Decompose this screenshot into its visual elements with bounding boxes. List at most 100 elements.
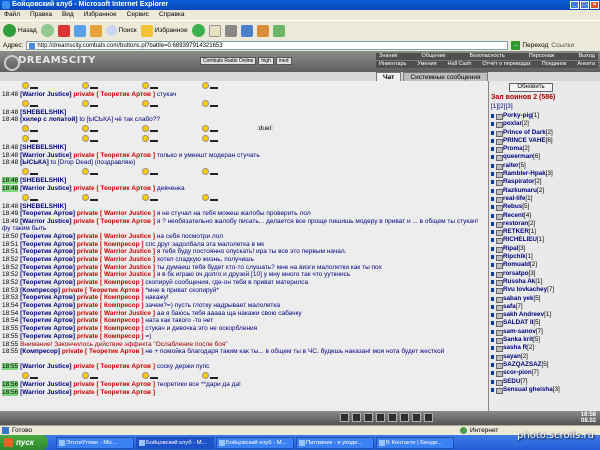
user-list-item[interactable]: Russha Ak[1] [489,278,597,287]
chat-author[interactable]: [ЫСЬКА] [20,159,49,166]
chat-author[interactable]: [Warrior Justice] [20,381,71,388]
mail-button[interactable] [208,24,221,37]
radio-med-button[interactable]: med [275,57,292,65]
nav-exit[interactable]: Выход [579,53,595,60]
task-item[interactable]: Питомник - я уходи... [296,436,374,449]
chat-author[interactable]: [Теоретик Артов] [20,264,75,271]
user-list-item[interactable]: PRINCE VAHE[6] [489,137,597,146]
chat-private-target[interactable]: private [ Компресор ] [77,302,144,309]
user-list-item[interactable]: scor-pion[7] [489,369,597,378]
chat-private-target[interactable]: private [ Теоретик Артов ] [73,218,155,225]
nav-transfer-report[interactable]: Отчёт о переводах [482,61,530,68]
nav-security[interactable]: Безопасность [470,53,505,60]
user-name[interactable]: sam-sanov [503,328,536,335]
chat-author[interactable]: [Теоретик Артов] [20,333,75,340]
user-name[interactable]: Proma [503,145,523,152]
chat-private-target[interactable]: private [ Warrior Justice ] [77,264,155,271]
user-list-item[interactable]: Sensual gheisha[3] [489,386,597,395]
user-list-item[interactable]: Sanka krit[5] [489,336,597,345]
user-list-item[interactable]: rorsatpo[3] [489,270,597,278]
chat-author[interactable]: [Теоретик Артов] [20,310,75,317]
search-button[interactable]: Поиск [105,25,137,36]
user-list-item[interactable]: raiter[5] [489,162,597,171]
chat-private-target[interactable]: private [ Теоретик Артов ] [73,91,155,98]
user-name[interactable]: scor-pion [503,369,532,376]
user-list-item[interactable]: sakh Andreev[1] [489,311,597,320]
task-item[interactable]: ЭтотиУтоже - Mic... [56,436,134,449]
user-list-item[interactable]: real-life[1] [489,195,597,204]
chat-author[interactable]: [Теоретик Артов] [20,302,75,309]
user-list-item[interactable]: SAZQAZSAZ[5] [489,361,597,370]
user-name[interactable]: Rambler-Hpak [503,170,546,177]
chat-private-target[interactable]: private [ Warrior Justice ] [77,248,155,255]
user-name[interactable]: Sanka krit [503,336,533,343]
menu-tools[interactable]: Сервис [127,10,149,20]
chat-author[interactable]: [Теоретик Артов] [20,210,75,217]
maximize-button[interactable]: □ [580,1,589,9]
user-name[interactable]: Recent [503,212,524,219]
user-list-item[interactable]: Raspirator[2] [489,178,597,187]
user-name[interactable]: real-life [503,195,525,202]
chat-private-target[interactable]: private [ Warrior Justice ] [77,271,155,278]
links-button[interactable]: Ссылки [551,42,574,49]
stop-button[interactable] [57,24,70,37]
nav-duel[interactable]: Поединок [542,61,567,68]
chat-author[interactable]: [Теоретик Артов] [20,256,75,263]
back-button[interactable]: Назад [3,24,37,37]
start-button[interactable]: пуск [0,435,48,450]
user-list-item[interactable]: Rambler-Hpak[3] [489,170,597,179]
user-name[interactable]: RETKER [503,228,529,235]
user-name[interactable]: SAZQAZSAZ [503,361,541,368]
radio-online-button[interactable]: Combats Radio Online [200,57,257,65]
user-list-item[interactable]: Razkumaru[2] [489,187,597,195]
user-list-item[interactable]: SEDU[7] [489,378,597,386]
menu-view[interactable]: Вид [62,10,74,20]
clear-chat-icon[interactable] [364,413,373,422]
chat-private-target[interactable]: private [ Компресор ] [77,279,144,286]
user-name[interactable]: Romuald [503,261,530,268]
chat-private-target[interactable]: private [ Warrior Justice ] [77,233,155,240]
user-list-item[interactable]: Proma[2] [489,145,597,154]
edit-button[interactable] [240,24,253,37]
user-name[interactable]: Raspirator [503,178,535,185]
user-name[interactable]: SEDU [503,378,521,385]
close-button[interactable]: × [590,1,599,9]
nav-skills[interactable]: Умения [417,61,436,68]
nav-profile[interactable]: Анкета [577,61,595,68]
user-list-item[interactable]: RICHELIEU[1] [489,236,597,245]
user-name[interactable]: Prince of Dark [503,129,546,136]
user-list-item[interactable]: sam-sanov[7] [489,328,597,337]
translit-icon[interactable] [400,413,409,422]
chat-private-target[interactable]: private [ Теоретик Артов ] [62,348,144,355]
nav-communication[interactable]: Общение [422,53,446,60]
chat-author[interactable]: [Warrior Justice] [20,363,71,370]
chat-private-target[interactable]: private [ Warrior Justice ] [77,256,155,263]
menu-edit[interactable]: Правка [30,10,52,20]
user-list-item[interactable]: Romuald[2] [489,261,597,270]
filter-icon[interactable] [352,413,361,422]
user-list-item[interactable]: SALDAT II[5] [489,319,597,328]
messenger-button[interactable] [272,24,285,37]
chat-author[interactable]: [Теоретик Артов] [20,271,75,278]
user-name[interactable]: PRINCE VAHE [503,137,546,144]
menu-help[interactable]: Справка [159,10,185,20]
user-list-item[interactable]: restoran[2] [489,220,597,229]
chat-author[interactable]: [Warrior Justice] [20,152,71,159]
chat-private-target[interactable]: private [ Теоретик Артов ] [73,381,155,388]
user-name[interactable]: SALDAT II [503,319,533,326]
user-list-item[interactable]: RETKER[1] [489,228,597,237]
chat-author[interactable]: [Теоретик Артов] [20,294,75,301]
user-list-item[interactable]: Recent[4] [489,212,597,220]
user-list-item[interactable]: saban yek[5] [489,295,597,303]
print-button[interactable] [224,24,237,37]
go-button[interactable]: → Переход [511,41,548,50]
chat-author[interactable]: [Warrior Justice] [20,218,71,225]
user-list-item[interactable]: safa[7] [489,303,597,312]
nav-character[interactable]: Персонаж [529,53,555,60]
chat-private-target[interactable]: private [ Warrior Justice ] [77,310,155,317]
user-name[interactable]: Ripal [503,245,518,252]
user-list-item[interactable]: Ripal[3] [489,245,597,254]
task-item[interactable]: Бойцовский клуб - M... [136,436,214,449]
chat-private-target[interactable]: private [ Теоретик Артов ] [62,287,144,294]
user-list-item[interactable]: poxlar[2] [489,120,597,129]
